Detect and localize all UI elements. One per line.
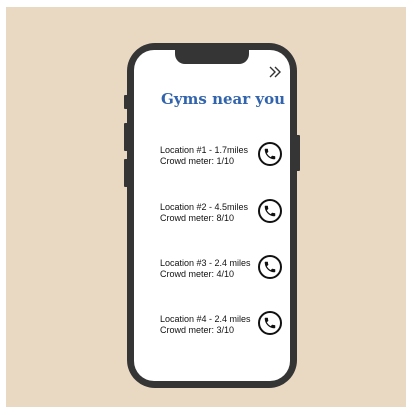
power-button <box>296 135 300 171</box>
phone-icon <box>264 205 276 217</box>
volume-down-button <box>124 159 128 187</box>
crowd-meter: Crowd meter: 8/10 <box>160 213 235 223</box>
page-title: Gyms near you <box>161 90 285 108</box>
call-button[interactable] <box>258 311 282 335</box>
location-name: Location #4 - 2.4 miles <box>160 314 251 324</box>
volume-up-button <box>124 123 128 151</box>
call-button[interactable] <box>258 255 282 279</box>
phone-icon <box>264 317 276 329</box>
double-chevron-right-icon[interactable] <box>269 66 283 78</box>
crowd-meter: Crowd meter: 3/10 <box>160 325 235 335</box>
mute-switch <box>124 95 128 109</box>
location-item-2: Location #2 - 4.5miles Crowd meter: 8/10 <box>160 197 286 229</box>
location-name: Location #2 - 4.5miles <box>160 202 249 212</box>
crowd-meter: Crowd meter: 1/10 <box>160 156 235 166</box>
call-button[interactable] <box>258 199 282 223</box>
phone-icon <box>264 148 276 160</box>
crowd-meter: Crowd meter: 4/10 <box>160 269 235 279</box>
location-name: Location #3 - 2.4 miles <box>160 258 251 268</box>
phone-icon <box>264 261 276 273</box>
phone-frame: Gyms near you Location #1 - 1.7miles Cro… <box>124 43 300 388</box>
location-item-1: Location #1 - 1.7miles Crowd meter: 1/10 <box>160 140 286 172</box>
phone-screen: Gyms near you Location #1 - 1.7miles Cro… <box>134 50 290 381</box>
location-item-3: Location #3 - 2.4 miles Crowd meter: 4/1… <box>160 253 286 285</box>
notch <box>175 50 249 64</box>
call-button[interactable] <box>258 142 282 166</box>
location-name: Location #1 - 1.7miles <box>160 145 249 155</box>
location-item-4: Location #4 - 2.4 miles Crowd meter: 3/1… <box>160 309 286 341</box>
